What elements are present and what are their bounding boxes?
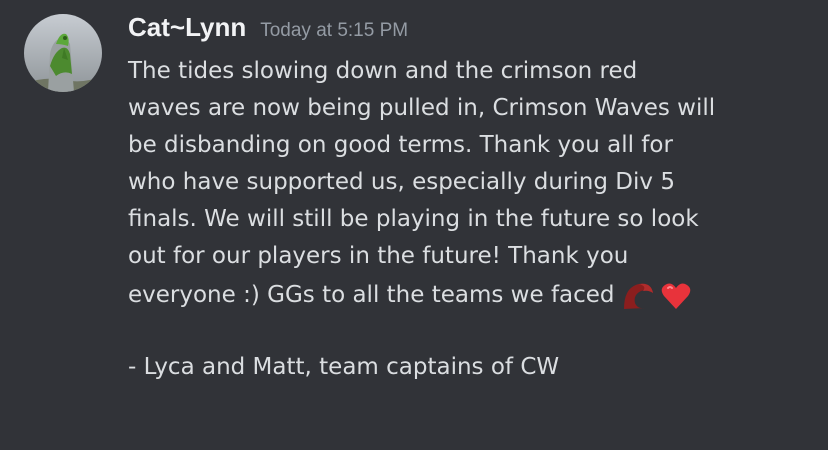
message-line: be disbanding on good terms. Thank you a…: [128, 132, 673, 158]
message-header: Cat~Lynn Today at 5:15 PM: [128, 12, 408, 43]
message-line-blank: [128, 315, 818, 349]
chat-message: Cat~Lynn Today at 5:15 PM The tides slow…: [0, 0, 828, 450]
message-line: out for our players in the future! Thank…: [128, 243, 629, 269]
message-line: who have supported us, especially during…: [128, 169, 675, 195]
crimson-wave-emoji[interactable]: [621, 281, 655, 311]
author-name[interactable]: Cat~Lynn: [128, 12, 246, 42]
message-line: waves are now being pulled in, Crimson W…: [128, 95, 716, 121]
red-heart-emoji[interactable]: [661, 282, 691, 310]
message-line-with-emojis: everyone :) GGs to all the teams we face…: [128, 275, 818, 315]
message-line: finals. We will still be playing in the …: [128, 206, 699, 232]
user-avatar[interactable]: [24, 14, 102, 92]
message-line: The tides slowing down and the crimson r…: [128, 58, 638, 84]
message-content: The tides slowing down and the crimson r…: [128, 53, 818, 386]
message-signature: - Lyca and Matt, team captains of CW: [128, 354, 560, 380]
message-timestamp: Today at 5:15 PM: [260, 20, 409, 41]
message-line: everyone :) GGs to all the teams we face…: [128, 282, 615, 308]
